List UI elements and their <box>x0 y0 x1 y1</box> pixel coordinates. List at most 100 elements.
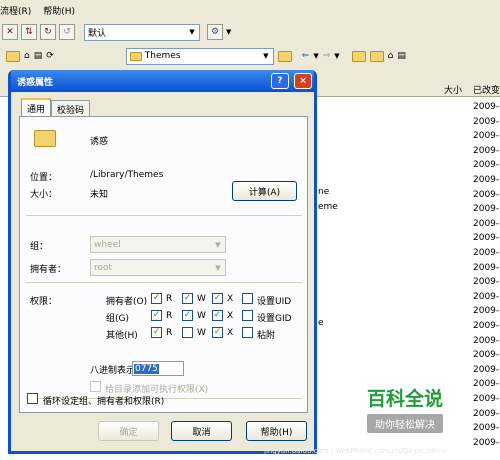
location-value: Themes <box>144 51 181 61</box>
col-modified[interactable]: 已改变 <box>473 83 500 96</box>
dialog-titlebar: 诱惑属性 ? × <box>11 70 314 92</box>
perm-row-label: 拥有者(O) <box>106 297 148 307</box>
perm-extra-checkbox[interactable] <box>242 327 253 338</box>
perm-x-label: X <box>227 328 234 338</box>
perm-r-checkbox[interactable]: ✓ <box>151 293 162 304</box>
open-folder-icon[interactable] <box>277 50 292 62</box>
col-size[interactable]: 大小 <box>444 83 462 96</box>
folder-icon <box>129 51 142 61</box>
tab-strip: 通用 校验码 <box>21 98 91 117</box>
modified-date-cell: 2009- <box>473 160 500 171</box>
menu-help[interactable]: 帮助(H) <box>43 4 75 17</box>
root-icon[interactable]: ▤ <box>34 51 43 61</box>
chevron-down-icon[interactable]: ▼ <box>313 52 318 60</box>
perm-x-checkbox[interactable]: ✓ <box>212 310 223 321</box>
size-value: 未知 <box>90 190 109 200</box>
group-value: wheel <box>94 239 121 250</box>
dialog-body: 通用 校验码 诱惑 位置： /Library/Themes 大小： 未知 计算(… <box>11 92 314 451</box>
calculate-button[interactable]: 计算(A) <box>232 181 297 201</box>
file-name-partial[interactable]: e <box>318 318 324 328</box>
perm-x-checkbox[interactable]: ✓ <box>212 293 223 304</box>
back-arrow-icon[interactable]: ⇐ <box>302 51 310 61</box>
tab-checksum-label: 校验码 <box>57 105 85 116</box>
settings-icon[interactable]: ⚙ <box>207 24 223 40</box>
recursive-checkbox[interactable] <box>27 393 38 404</box>
new-folder-icon[interactable] <box>369 50 384 62</box>
group-select[interactable]: wheel ▼ <box>90 236 226 253</box>
modified-date-cell: 2009- <box>473 379 500 390</box>
chevron-down-icon: ▼ <box>215 240 221 249</box>
octal-input[interactable]: 0775 <box>132 361 184 376</box>
chevron-down-icon[interactable]: ▼ <box>226 28 231 36</box>
folder-icon[interactable] <box>6 50 20 62</box>
chevron-down-icon: ▼ <box>263 52 269 60</box>
watermark: 百科全说 助你轻松解决 <box>340 384 470 442</box>
close-icon[interactable]: × <box>294 73 312 89</box>
help-button[interactable]: 帮助(H) <box>246 421 307 441</box>
modified-date-cell: 2009- <box>473 291 500 302</box>
folder-icon <box>34 130 56 147</box>
divider <box>26 282 302 283</box>
perm-r-checkbox[interactable]: ✓ <box>151 310 162 321</box>
owner-value: root <box>94 262 113 273</box>
perm-x-checkbox[interactable]: ✓ <box>212 327 223 338</box>
tab-checksum[interactable]: 校验码 <box>51 100 91 117</box>
chevron-down-icon[interactable]: ▼ <box>334 52 339 60</box>
chevron-down-icon: ▼ <box>215 263 221 272</box>
encoding-value: 默认 <box>88 28 107 39</box>
octal-value: 0775 <box>134 363 159 374</box>
encoding-select[interactable]: 默认 ▼ <box>84 23 200 41</box>
file-name-partial[interactable]: ne <box>318 187 329 197</box>
modified-date-cell: 2009- <box>473 408 500 419</box>
tab-general[interactable]: 通用 <box>21 98 52 117</box>
perm-row-label: 组(G) <box>106 314 129 324</box>
sync-icon[interactable]: ⇅ <box>21 24 37 40</box>
perm-r-checkbox[interactable]: ✓ <box>151 327 162 338</box>
exec-checkbox[interactable] <box>90 381 101 392</box>
modified-date-cell: 2009- <box>473 218 500 229</box>
perm-w-checkbox[interactable]: ✓ <box>182 293 193 304</box>
file-name-partial[interactable]: eme <box>318 202 338 212</box>
perm-extra-checkbox[interactable] <box>242 293 253 304</box>
size-label: 大小： <box>30 190 58 200</box>
stop-icon[interactable]: ↺ <box>59 24 75 40</box>
help-icon[interactable]: ? <box>270 73 289 89</box>
perm-x-label: X <box>227 311 234 321</box>
modified-date-cell: 2009- <box>473 131 500 142</box>
ok-button[interactable]: 确定 <box>98 421 159 441</box>
folder-icon[interactable] <box>351 50 366 62</box>
modified-date-cell: 2009- <box>473 248 500 258</box>
modified-date-cell: 2009- <box>473 321 500 331</box>
forward-arrow-icon[interactable]: ⇒ <box>323 51 331 61</box>
divider <box>26 215 302 216</box>
perm-r-label: R <box>166 328 173 338</box>
perm-w-checkbox[interactable] <box>182 327 193 338</box>
tab-general-label: 通用 <box>27 105 46 115</box>
recursive-label: 循环设定组、拥有者和权限(R) <box>43 397 165 407</box>
modified-date-cell: 2009- <box>473 116 500 127</box>
chevron-down-icon: ▼ <box>189 28 195 36</box>
modified-date-cell: 2009- <box>473 335 500 346</box>
owner-select[interactable]: root ▼ <box>90 259 226 276</box>
root-icon[interactable]: ▤ <box>397 51 406 61</box>
modified-date-cell: 2009- <box>473 233 500 244</box>
close-x-icon[interactable]: ✕ <box>2 24 18 40</box>
modified-date-cell: 2009- <box>473 277 500 288</box>
location-select[interactable]: Themes ▼ <box>125 47 274 65</box>
perm-r-label: R <box>166 311 173 321</box>
menu-flow[interactable]: 流程(R) <box>0 4 31 17</box>
perm-extra-label: 设置GID <box>257 314 292 324</box>
refresh-icon[interactable]: ↻ <box>40 24 56 40</box>
location-value: /Library/Themes <box>90 170 164 180</box>
group-label: 组： <box>30 242 49 252</box>
home-icon[interactable]: ⌂ <box>24 51 30 61</box>
cancel-button[interactable]: 取消 <box>171 421 232 441</box>
watermark-subtitle: 助你轻松解决 <box>367 414 443 433</box>
perm-w-checkbox[interactable]: ✓ <box>182 310 193 321</box>
home-icon[interactable]: ⌂ <box>388 51 394 61</box>
perm-w-label: W <box>197 328 206 338</box>
modified-date-cell: 2009- <box>473 262 500 273</box>
modified-date-cell: 2009- <box>473 437 500 448</box>
refresh-icon[interactable]: ⟳ <box>46 51 54 61</box>
perm-extra-checkbox[interactable] <box>242 310 253 321</box>
